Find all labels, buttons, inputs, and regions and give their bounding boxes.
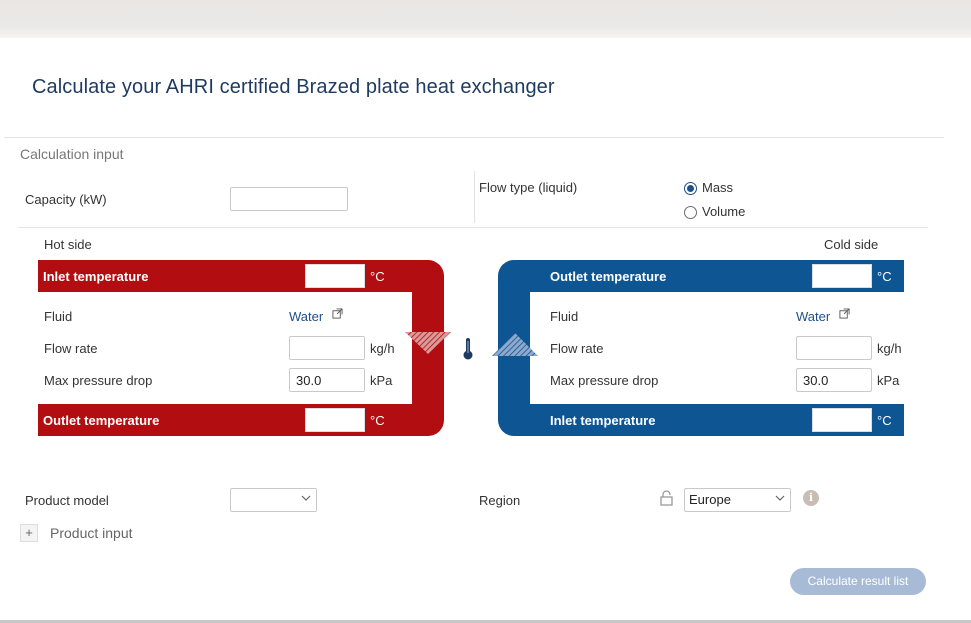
- flow-type-volume-label[interactable]: Volume: [702, 204, 745, 219]
- cold-outlet-temperature-input[interactable]: [812, 264, 872, 288]
- region-select[interactable]: Europe: [684, 488, 791, 512]
- external-link-icon[interactable]: [332, 308, 343, 319]
- divider: [4, 137, 944, 138]
- hot-flow-rate-label: Flow rate: [44, 341, 98, 356]
- cold-pressure-drop-label: Max pressure drop: [550, 373, 659, 388]
- hot-side-title: Hot side: [44, 237, 92, 252]
- chevron-down-icon: [301, 495, 311, 501]
- calculate-result-list-button[interactable]: Calculate result list: [790, 568, 926, 595]
- hot-inlet-temperature-label: Inlet temperature: [43, 269, 149, 284]
- section-title-calculation-input: Calculation input: [20, 146, 124, 162]
- hot-inlet-temperature-input[interactable]: [305, 264, 365, 288]
- product-input-label[interactable]: Product input: [50, 525, 133, 541]
- divider: [474, 171, 475, 223]
- hot-inlet-unit: °C: [370, 269, 385, 284]
- flow-type-mass-label[interactable]: Mass: [702, 180, 733, 195]
- expand-product-input-button[interactable]: +: [20, 524, 38, 542]
- cold-outlet-unit: °C: [877, 269, 892, 284]
- top-header-bar: [0, 0, 971, 38]
- flow-type-label: Flow type (liquid): [479, 180, 578, 195]
- cold-flow-up-arrow-icon: [492, 333, 538, 356]
- hot-flow-rate-unit: kg/h: [370, 341, 395, 356]
- cold-pressure-drop-input[interactable]: [796, 368, 872, 392]
- cold-flow-rate-label: Flow rate: [550, 341, 604, 356]
- cold-inlet-temperature-label: Inlet temperature: [550, 413, 656, 428]
- hot-outlet-unit: °C: [370, 413, 385, 428]
- hot-flow-down-arrow-icon: [405, 332, 451, 354]
- hot-outlet-temperature-label: Outlet temperature: [43, 413, 160, 428]
- lock-icon[interactable]: [660, 490, 673, 506]
- cold-fluid-link[interactable]: Water: [796, 309, 830, 324]
- info-icon[interactable]: i: [803, 490, 819, 506]
- capacity-label: Capacity (kW): [25, 192, 107, 207]
- region-value: Europe: [689, 492, 731, 507]
- region-label: Region: [479, 493, 521, 508]
- cold-inlet-unit: °C: [877, 413, 892, 428]
- cold-outlet-temperature-label: Outlet temperature: [550, 269, 667, 284]
- chevron-down-icon: [775, 495, 785, 501]
- product-model-label: Product model: [25, 493, 109, 508]
- cold-fluid-label: Fluid: [550, 309, 579, 324]
- cold-flow-rate-unit: kg/h: [877, 341, 902, 356]
- cold-inlet-temperature-input[interactable]: [812, 408, 872, 432]
- external-link-icon[interactable]: [839, 308, 850, 319]
- flow-type-mass-radio[interactable]: [684, 182, 697, 195]
- cold-side-title: Cold side: [824, 237, 879, 252]
- hot-outlet-temperature-input[interactable]: [305, 408, 365, 432]
- hot-pressure-drop-unit: kPa: [370, 373, 393, 388]
- cold-pressure-drop-unit: kPa: [877, 373, 900, 388]
- hot-fluid-link[interactable]: Water: [289, 309, 323, 324]
- hot-flow-rate-input[interactable]: [289, 336, 365, 360]
- hot-fluid-label: Fluid: [44, 309, 73, 324]
- hot-pressure-drop-label: Max pressure drop: [44, 373, 153, 388]
- hot-pressure-drop-input[interactable]: [289, 368, 365, 392]
- divider: [18, 227, 928, 228]
- thermometer-icon: [463, 338, 473, 360]
- cold-flow-rate-input[interactable]: [796, 336, 872, 360]
- page-title: Calculate your AHRI certified Brazed pla…: [32, 76, 555, 98]
- flow-type-volume-radio[interactable]: [684, 206, 697, 219]
- product-model-select[interactable]: [230, 488, 317, 512]
- capacity-input[interactable]: [230, 187, 348, 211]
